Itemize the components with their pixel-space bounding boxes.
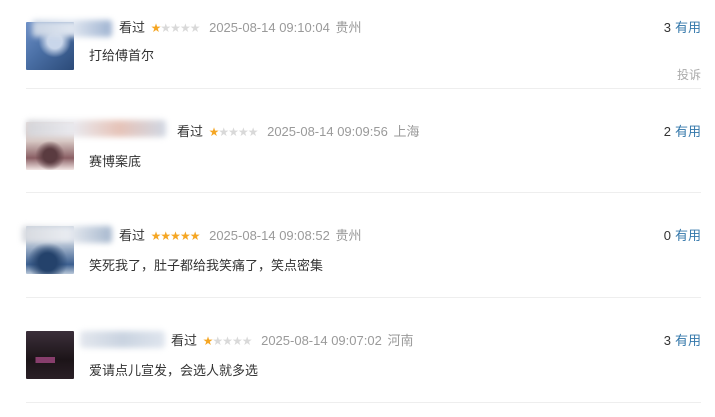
divider (26, 402, 701, 403)
divider (26, 192, 701, 193)
review-comment: 赛博案底 (89, 154, 142, 169)
useful-button[interactable]: 有用 (675, 124, 701, 139)
star-empty-icon: ★ (170, 21, 181, 35)
review-location: 河南 (387, 333, 414, 348)
review-meta: 看过 ★★★★★ 2025-08-14 09:07:02 河南 (171, 331, 413, 351)
star-empty-icon: ★ (247, 125, 259, 139)
star-empty-icon: ★ (222, 334, 233, 348)
report-link[interactable]: 投诉 (677, 66, 701, 83)
useful-button[interactable]: 有用 (675, 333, 701, 348)
star-empty-icon: ★ (228, 125, 239, 139)
review-meta: 看过 ★★★★★ 2025-08-14 09:09:56 上海 (177, 122, 419, 142)
vote-count: 3 (663, 333, 671, 348)
review-location: 贵州 (335, 20, 362, 35)
vote-block: 3 有用 (664, 18, 701, 38)
review-comment: 打给傅首尔 (89, 48, 155, 63)
review-location: 上海 (393, 124, 420, 139)
review-location: 贵州 (335, 228, 362, 243)
review-list: 看过 ★★★★★ 2025-08-14 09:10:04 贵州 打给傅首尔 3有… (0, 0, 715, 417)
review-meta: 看过 ★★★★★ 2025-08-14 09:10:04 贵州 (119, 18, 361, 38)
star-empty-icon: ★ (212, 334, 223, 348)
star-filled-icon: ★ (150, 229, 162, 243)
rating-stars: ★★★★★ (208, 122, 259, 142)
star-filled-icon: ★ (170, 229, 181, 243)
rating-stars: ★★★★★ (150, 226, 201, 246)
star-empty-icon: ★ (241, 334, 253, 348)
useful-button[interactable]: 有用 (675, 20, 701, 35)
star-empty-icon: ★ (237, 125, 249, 139)
rating-stars: ★★★★★ (202, 331, 253, 351)
username-blurred[interactable] (80, 331, 165, 348)
useful-button[interactable]: 有用 (675, 228, 701, 243)
review-time: 2025-08-14 09:08:52 (209, 228, 330, 243)
vote-count: 2 (663, 124, 671, 139)
review-time: 2025-08-14 09:10:04 (209, 20, 330, 35)
divider (26, 88, 701, 89)
username-blurred[interactable] (32, 20, 112, 37)
review-time: 2025-08-14 09:09:56 (267, 124, 388, 139)
vote-block: 0 有用 (664, 226, 701, 246)
vote-block: 3 有用 (664, 331, 701, 351)
watch-status: 看过 (119, 20, 146, 35)
watch-status: 看过 (177, 124, 204, 139)
star-filled-icon: ★ (150, 21, 162, 35)
avatar[interactable] (26, 331, 74, 379)
star-filled-icon: ★ (179, 229, 191, 243)
star-filled-icon: ★ (189, 229, 201, 243)
vote-count: 3 (663, 20, 671, 35)
review-time: 2025-08-14 09:07:02 (261, 333, 382, 348)
star-empty-icon: ★ (160, 21, 171, 35)
star-empty-icon: ★ (189, 21, 201, 35)
username-blurred[interactable] (22, 226, 112, 243)
vote-count: 0 (663, 228, 671, 243)
star-empty-icon: ★ (218, 125, 229, 139)
review-comment: 笑死我了，肚子都给我笑痛了，笑点密集 (89, 258, 324, 273)
review-comment: 爱请点儿宣发，会选人就多选 (89, 363, 259, 378)
vote-block: 2 有用 (664, 122, 701, 142)
username-blurred[interactable] (26, 120, 166, 137)
star-filled-icon: ★ (202, 334, 214, 348)
star-empty-icon: ★ (231, 334, 243, 348)
star-filled-icon: ★ (208, 125, 220, 139)
watch-status: 看过 (119, 228, 146, 243)
divider (26, 297, 701, 298)
star-filled-icon: ★ (160, 229, 171, 243)
star-empty-icon: ★ (179, 21, 191, 35)
watch-status: 看过 (171, 333, 198, 348)
review-meta: 看过 ★★★★★ 2025-08-14 09:08:52 贵州 (119, 226, 361, 246)
rating-stars: ★★★★★ (150, 18, 201, 38)
